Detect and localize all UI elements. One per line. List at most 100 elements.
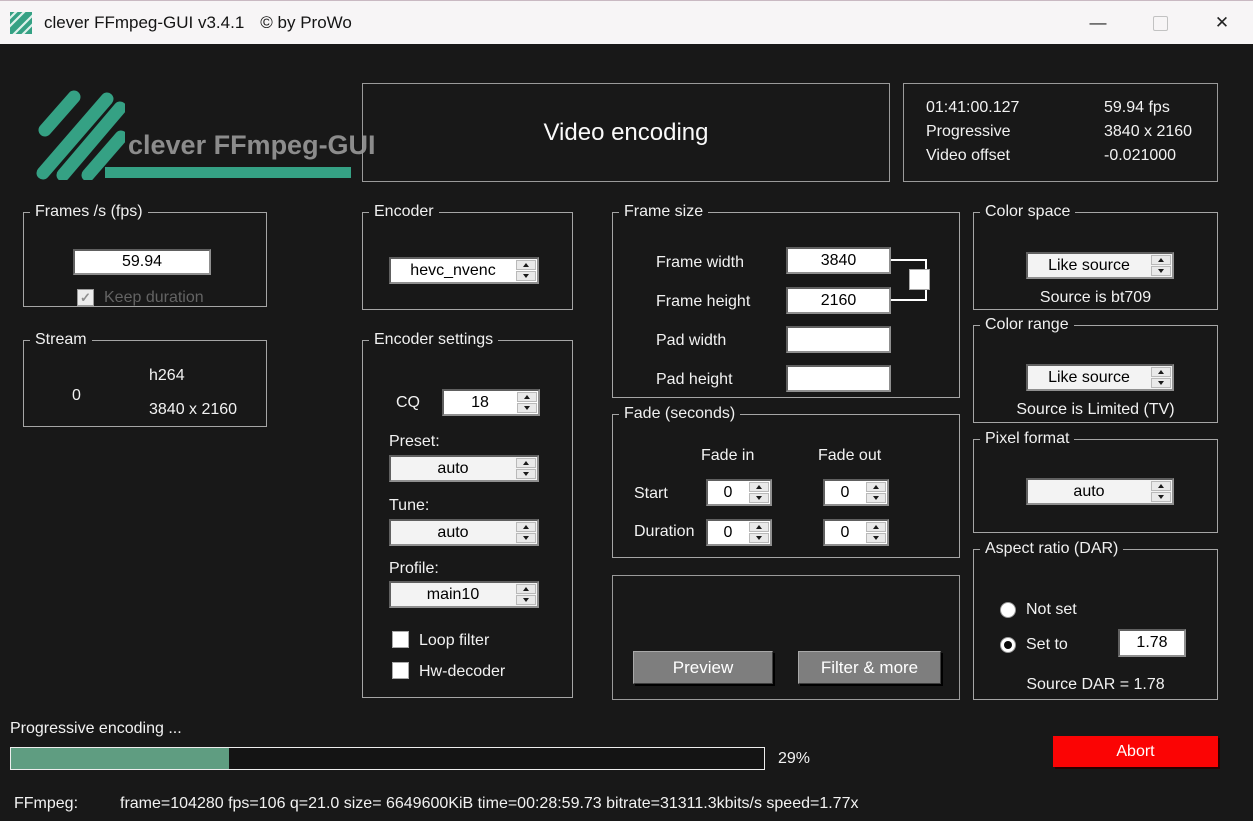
actions-box: Preview Filter & more — [612, 575, 960, 700]
cq-spinner[interactable]: 18 — [442, 389, 540, 416]
pad-height-input[interactable] — [786, 365, 891, 392]
spin-down-icon[interactable] — [749, 533, 769, 543]
spin-down-icon[interactable] — [1151, 378, 1171, 388]
pixel-format-spinner[interactable]: auto — [1026, 478, 1174, 505]
radio-dot-icon — [1004, 641, 1012, 649]
fps-input[interactable] — [73, 249, 211, 275]
color-range-spinner[interactable]: Like source — [1026, 364, 1174, 391]
spin-up-icon[interactable] — [1151, 481, 1171, 491]
fade-in-duration-value: 0 — [723, 523, 733, 541]
link-dimensions-checkbox[interactable] — [909, 269, 930, 290]
frame-height-label: Frame height — [656, 293, 751, 310]
profile-spinner[interactable]: main10 — [389, 581, 539, 608]
spin-down-icon[interactable] — [516, 469, 536, 479]
spin-up-icon[interactable] — [749, 482, 769, 492]
stream-codec: h264 — [149, 367, 185, 384]
spin-down-icon[interactable] — [516, 533, 536, 543]
spin-down-icon[interactable] — [517, 403, 537, 413]
stream-resolution: 3840 x 2160 — [149, 401, 238, 418]
video-info-box: 01:41:00.127 59.94 fps Progressive 3840 … — [903, 83, 1218, 182]
spin-down-icon[interactable] — [1151, 266, 1171, 276]
abort-button-label: Abort — [1116, 742, 1155, 760]
not-set-radio[interactable] — [1000, 602, 1016, 618]
info-resolution: 3840 x 2160 — [1104, 123, 1193, 140]
tune-label: Tune: — [389, 497, 430, 514]
progress-percent: 29% — [778, 750, 811, 767]
spin-down-icon[interactable] — [516, 271, 536, 281]
frame-width-label: Frame width — [656, 254, 745, 271]
aspect-ratio-group: Aspect ratio (DAR) Not set Set to Source… — [973, 540, 1218, 700]
frame-height-input[interactable] — [786, 287, 891, 314]
minimize-button[interactable]: — — [1067, 1, 1129, 45]
spin-up-icon[interactable] — [1151, 255, 1171, 265]
loop-filter-checkbox[interactable] — [392, 631, 409, 648]
pad-width-label: Pad width — [656, 332, 727, 349]
spin-up-icon[interactable] — [516, 260, 536, 270]
close-icon: ✕ — [1214, 13, 1230, 32]
spin-up-icon[interactable] — [866, 522, 886, 532]
spin-down-icon[interactable] — [516, 595, 536, 605]
tune-spinner[interactable]: auto — [389, 519, 539, 546]
fade-duration-label: Duration — [634, 523, 695, 540]
fade-out-duration-spinner[interactable]: 0 — [823, 519, 889, 546]
spin-up-icon[interactable] — [517, 392, 537, 402]
preset-spinner[interactable]: auto — [389, 455, 539, 482]
keep-duration-checkbox: ✓ — [77, 289, 94, 306]
ffmpeg-status-prefix: FFmpeg: — [14, 795, 79, 812]
color-space-spinner[interactable]: Like source — [1026, 252, 1174, 279]
brand-logo-icon — [36, 90, 125, 180]
spin-up-icon[interactable] — [516, 458, 536, 468]
cq-value: 18 — [471, 393, 489, 411]
color-range-title: Color range — [985, 316, 1069, 333]
page-title: Video encoding — [543, 118, 709, 146]
window-copyright: © by ProWo — [260, 12, 352, 32]
fade-out-start-spinner[interactable]: 0 — [823, 479, 889, 506]
profile-value: main10 — [426, 585, 480, 603]
spin-up-icon[interactable] — [516, 522, 536, 532]
pad-height-label: Pad height — [656, 371, 733, 388]
spin-down-icon[interactable] — [1151, 492, 1171, 502]
spin-up-icon[interactable] — [749, 522, 769, 532]
spin-down-icon[interactable] — [749, 493, 769, 503]
pixel-format-value: auto — [1073, 482, 1105, 500]
spin-down-icon[interactable] — [866, 533, 886, 543]
keep-duration-label: Keep duration — [104, 289, 204, 306]
info-offset-value: -0.021000 — [1104, 147, 1177, 164]
spin-down-icon[interactable] — [866, 493, 886, 503]
check-icon: ✓ — [80, 290, 91, 305]
hw-decoder-checkbox[interactable] — [392, 662, 409, 679]
preview-button[interactable]: Preview — [633, 651, 773, 684]
color-space-group: Color space Like source Source is bt709 — [973, 203, 1218, 310]
info-time: 01:41:00.127 — [926, 99, 1020, 116]
info-offset-label: Video offset — [926, 147, 1010, 164]
set-to-radio[interactable] — [1000, 637, 1016, 653]
encoder-settings-group: Encoder settings CQ 18 Preset: auto Tune… — [362, 331, 573, 698]
color-space-note: Source is bt709 — [1039, 289, 1152, 306]
stream-group: Stream 0 h264 3840 x 2160 — [23, 331, 267, 427]
close-button[interactable]: ✕ — [1191, 1, 1253, 45]
preset-label: Preset: — [389, 433, 440, 450]
spin-up-icon[interactable] — [516, 584, 536, 594]
filter-more-button[interactable]: Filter & more — [798, 651, 941, 684]
title-bar: clever FFmpeg-GUI v3.4.1 © by ProWo — ✕ — [0, 0, 1253, 44]
tune-value: auto — [437, 523, 469, 541]
encoder-spinner[interactable]: hevc_nvenc — [389, 257, 539, 284]
info-fps: 59.94 fps — [1104, 99, 1170, 116]
dar-input[interactable] — [1118, 629, 1186, 657]
fade-in-duration-spinner[interactable]: 0 — [706, 519, 772, 546]
fade-out-header: Fade out — [818, 447, 882, 464]
frame-width-input[interactable] — [786, 247, 891, 274]
fade-out-duration-value: 0 — [840, 523, 850, 541]
brand-underline — [105, 167, 351, 178]
fade-in-header: Fade in — [701, 447, 755, 464]
abort-button[interactable]: Abort — [1053, 736, 1218, 767]
brand-logo-text: clever FFmpeg-GUI — [128, 130, 376, 160]
maximize-button[interactable] — [1129, 1, 1191, 45]
spin-up-icon[interactable] — [866, 482, 886, 492]
pad-width-input[interactable] — [786, 326, 891, 353]
fade-in-start-spinner[interactable]: 0 — [706, 479, 772, 506]
fade-start-label: Start — [634, 485, 668, 502]
frame-size-group: Frame size Frame width Frame height Pad … — [612, 203, 960, 398]
spin-up-icon[interactable] — [1151, 367, 1171, 377]
progress-fill — [11, 748, 230, 769]
